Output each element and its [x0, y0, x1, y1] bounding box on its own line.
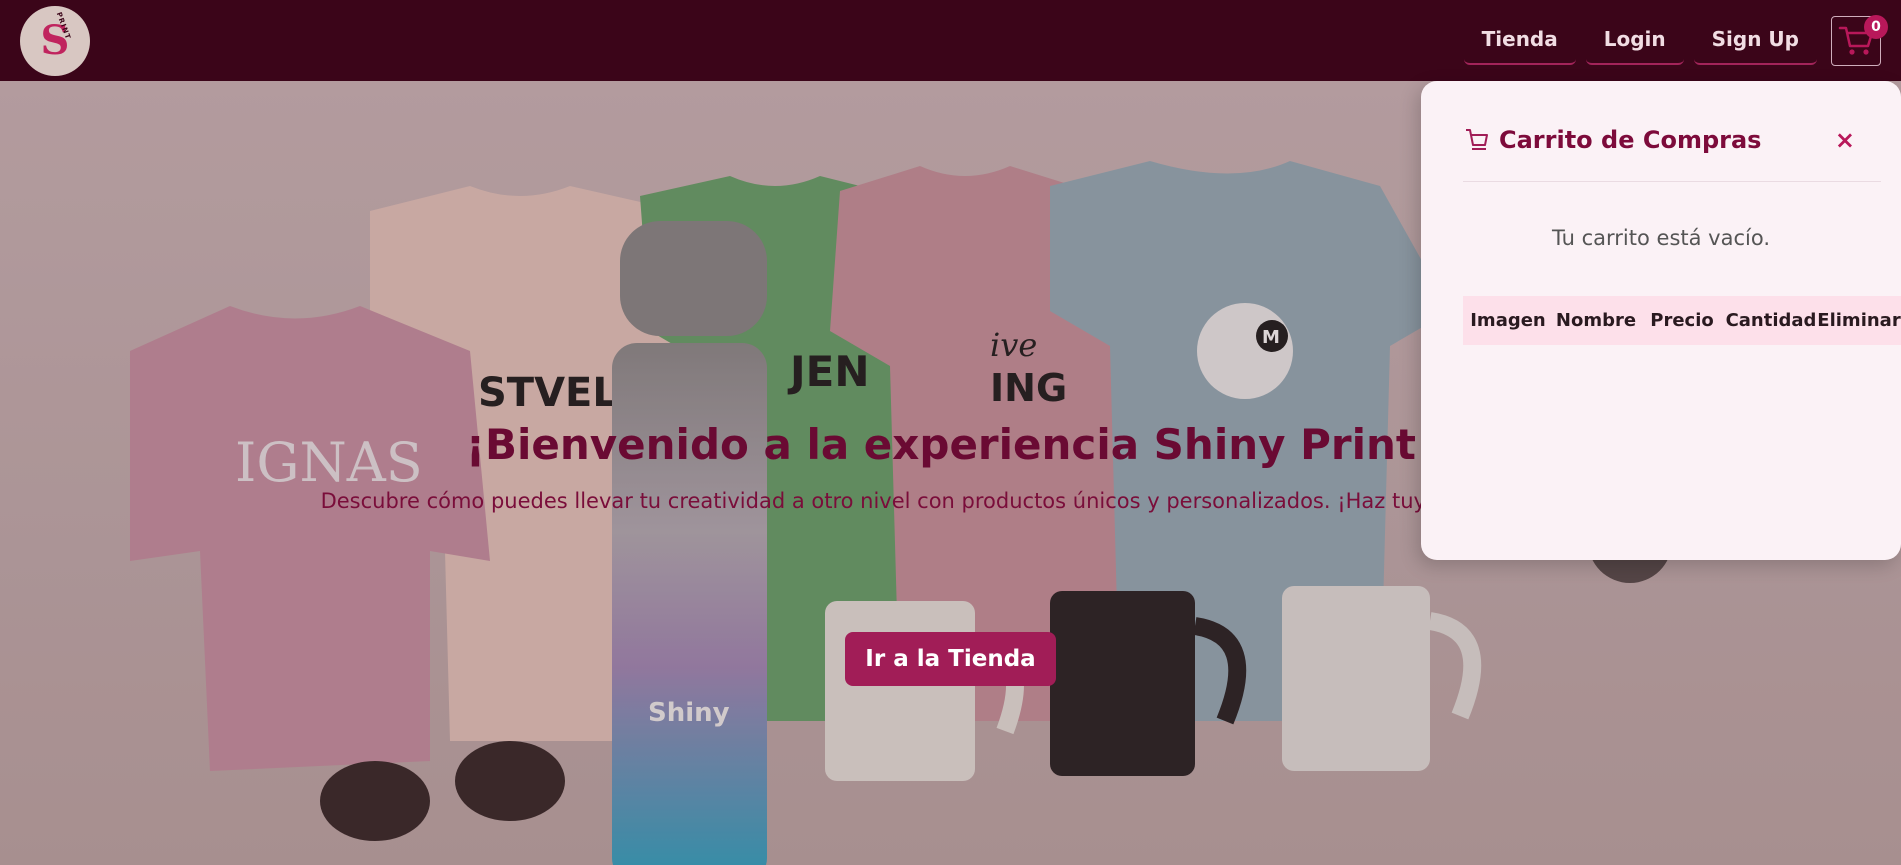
- navbar: S PRINT Tienda Login Sign Up 0: [0, 0, 1901, 81]
- column-header-cantidad: Cantidad: [1725, 310, 1817, 331]
- go-to-store-button[interactable]: Ir a la Tienda: [845, 632, 1056, 686]
- cart-outline-icon: [1466, 129, 1488, 150]
- cart-title: Carrito de Compras: [1499, 126, 1762, 154]
- cart-title-wrap: Carrito de Compras: [1463, 126, 1761, 154]
- nav-link-tienda[interactable]: Tienda: [1463, 17, 1576, 65]
- nav-links: Tienda Login Sign Up 0: [1463, 14, 1888, 66]
- cart-panel: Carrito de Compras × Tu carrito está vac…: [1421, 81, 1901, 560]
- cart-header: Carrito de Compras ×: [1463, 81, 1881, 182]
- nav-link-login[interactable]: Login: [1585, 17, 1684, 65]
- nav-link-signup[interactable]: Sign Up: [1693, 17, 1817, 65]
- column-header-precio: Precio: [1650, 310, 1714, 331]
- close-icon[interactable]: ×: [1835, 126, 1855, 154]
- column-header-imagen: Imagen: [1470, 310, 1546, 331]
- brand-logo[interactable]: S PRINT: [20, 5, 90, 76]
- column-header-eliminar: Eliminar: [1817, 310, 1901, 331]
- cart-button[interactable]: 0: [1831, 14, 1888, 66]
- cart-count-badge: 0: [1864, 14, 1888, 39]
- cart-table-header: Imagen Nombre Precio Cantidad Eliminar: [1463, 296, 1901, 345]
- cart-empty-message: Tu carrito está vacío.: [1552, 226, 1770, 250]
- column-header-nombre: Nombre: [1555, 310, 1637, 331]
